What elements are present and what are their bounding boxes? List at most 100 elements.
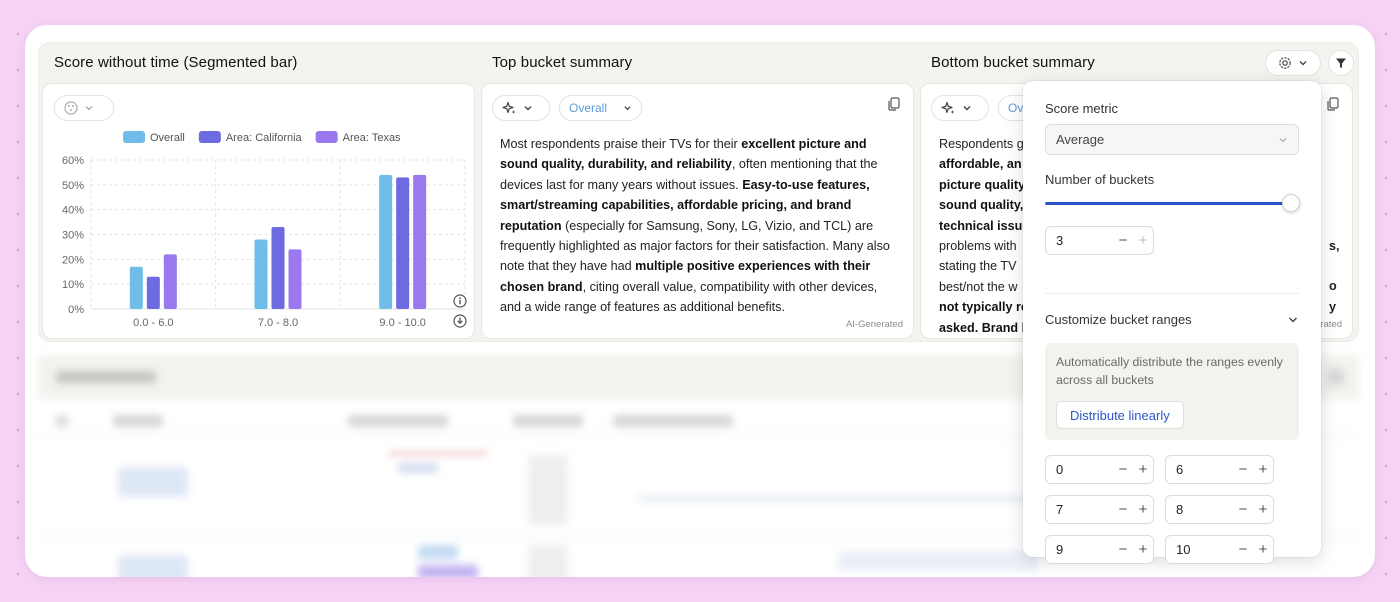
minus-icon[interactable]: − [1113,462,1133,477]
num-buckets-label: Number of buckets [1045,172,1155,187]
chevron-down-icon [524,106,532,111]
score-metric-label: Score metric [1045,101,1118,116]
score-metric-select[interactable]: Average [1045,124,1299,155]
num-buckets-value: 3 [1056,233,1064,248]
bar-overall [379,174,393,309]
legend-label: Area: California [226,132,303,144]
minus-icon[interactable]: − [1113,233,1133,248]
y-tick-label: 60% [62,155,84,167]
filter-button[interactable] [1328,50,1354,76]
score-metric-value: Average [1056,132,1105,147]
legend-swatch [315,131,338,143]
app-shell: Score without time (Segmented bar) Top b… [25,25,1375,577]
range-0-min-stepper[interactable]: 0 − + [1045,455,1154,484]
settings-button[interactable] [1265,50,1321,76]
bottom-summary-title: Bottom bucket summary [931,54,1095,71]
plus-icon[interactable]: + [1253,542,1273,557]
plus-icon[interactable]: + [1133,502,1153,517]
distribute-info-text: Automatically distribute the ranges even… [1056,355,1283,387]
summary-segment: Respondents g [939,137,1024,151]
bottom-summary-fragments: s, o y [1329,236,1340,317]
chevron-down-icon[interactable] [1287,314,1299,326]
summary-segment: asked. Brand l [939,320,1026,335]
plus-icon[interactable]: + [1253,502,1273,517]
summary-segment: not typically re [939,300,1028,315]
chevron-down-icon [1279,137,1287,142]
range-value: 0 [1056,462,1064,477]
bar-overall [129,266,143,309]
range-value: 8 [1176,502,1184,517]
num-buckets-slider-thumb[interactable] [1282,194,1300,212]
bar-area-california [146,276,160,309]
summary-segment: best/not the w [939,279,1018,294]
segment-filter-dropdown[interactable]: Overall [559,95,642,121]
ai-options-button[interactable] [492,95,550,121]
range-2-min-stepper[interactable]: 9 − + [1045,535,1154,564]
minus-icon[interactable]: − [1233,462,1253,477]
ai-generated-tag: rated [1320,319,1342,330]
summary-segment: technical issu [939,218,1023,233]
segment-filter-label: Overall [569,101,608,115]
distribute-info-box: Automatically distribute the ranges even… [1045,343,1299,440]
plus-icon[interactable]: + [1133,462,1153,477]
x-tick-label: 0.0 - 6.0 [133,317,173,329]
plus-icon[interactable]: + [1133,542,1153,557]
summary-segment: sound quality, [939,198,1024,213]
minus-icon[interactable]: − [1233,502,1253,517]
y-tick-label: 10% [62,279,84,291]
x-tick-label: 7.0 - 8.0 [258,317,298,329]
distribute-linearly-button[interactable]: Distribute linearly [1056,401,1184,429]
filter-icon [1336,58,1346,68]
summary-segment: picture quality [939,177,1026,192]
summary-segment: Most respondents praise their TVs for th… [500,137,742,151]
copy-icon[interactable] [1325,96,1341,112]
gear-icon [1279,57,1291,69]
chevron-down-icon [1299,61,1307,66]
summary-segment: affordable, an [939,157,1022,172]
minus-icon[interactable]: − [1113,502,1133,517]
num-buckets-stepper[interactable]: 3 − + [1045,226,1154,255]
top-summary-card: Overall Most respondents praise their TV… [481,83,914,339]
download-icon[interactable] [453,314,467,328]
segmented-bar-chart: 0% 10% 20% 30% 40% 50% 60% 0.0 - 6.0 7.0 - 8.0 9.… [62,131,466,329]
y-tick-label: 50% [62,180,84,192]
legend-swatch [123,131,145,143]
chart-section-title: Score without time (Segmented bar) [54,54,298,71]
bar-area-california [271,227,285,309]
legend-label: Overall [150,132,185,144]
y-tick-label: 20% [62,254,84,266]
range-1-min-stepper[interactable]: 7 − + [1045,495,1154,524]
top-summary-text: Most respondents praise their TVs for th… [500,134,895,318]
chevron-down-icon [963,106,971,111]
ai-generated-tag: AI-Generated [845,319,903,330]
info-icon[interactable] [453,294,467,308]
minus-icon[interactable]: − [1233,542,1253,557]
bar-area-texas [163,254,177,309]
range-0-max-stepper[interactable]: 6 − + [1165,455,1274,484]
summary-fragment: s, [1329,239,1340,253]
chart-card: 0% 10% 20% 30% 40% 50% 60% 0.0 - 6.0 7.0 - 8.0 9.… [42,83,475,339]
summary-segment: stating the TV [939,259,1017,274]
chevron-down-icon [624,106,631,111]
y-tick-label: 0% [68,304,84,316]
copy-icon[interactable] [886,96,902,112]
range-value: 7 [1056,502,1064,517]
range-2-max-stepper[interactable]: 10 − + [1165,535,1274,564]
num-buckets-slider-track[interactable] [1045,202,1291,205]
bar-overall [254,239,268,309]
legend-swatch [198,131,221,143]
plus-icon[interactable]: + [1253,462,1273,477]
ai-options-button[interactable] [931,95,989,121]
x-tick-label: 9.0 - 10.0 [379,317,425,329]
summary-fragment: y [1329,299,1337,314]
range-1-max-stepper[interactable]: 8 − + [1165,495,1274,524]
sparkle-icon [941,101,955,114]
bar-area-texas [413,174,427,309]
range-value: 10 [1176,542,1191,557]
legend-label: Area: Texas [343,132,401,144]
minus-icon[interactable]: − [1113,542,1133,557]
y-tick-label: 40% [62,205,84,217]
customize-ranges-toggle[interactable]: Customize bucket ranges [1045,312,1192,327]
plus-icon[interactable]: + [1133,233,1153,248]
divider [1045,293,1299,294]
